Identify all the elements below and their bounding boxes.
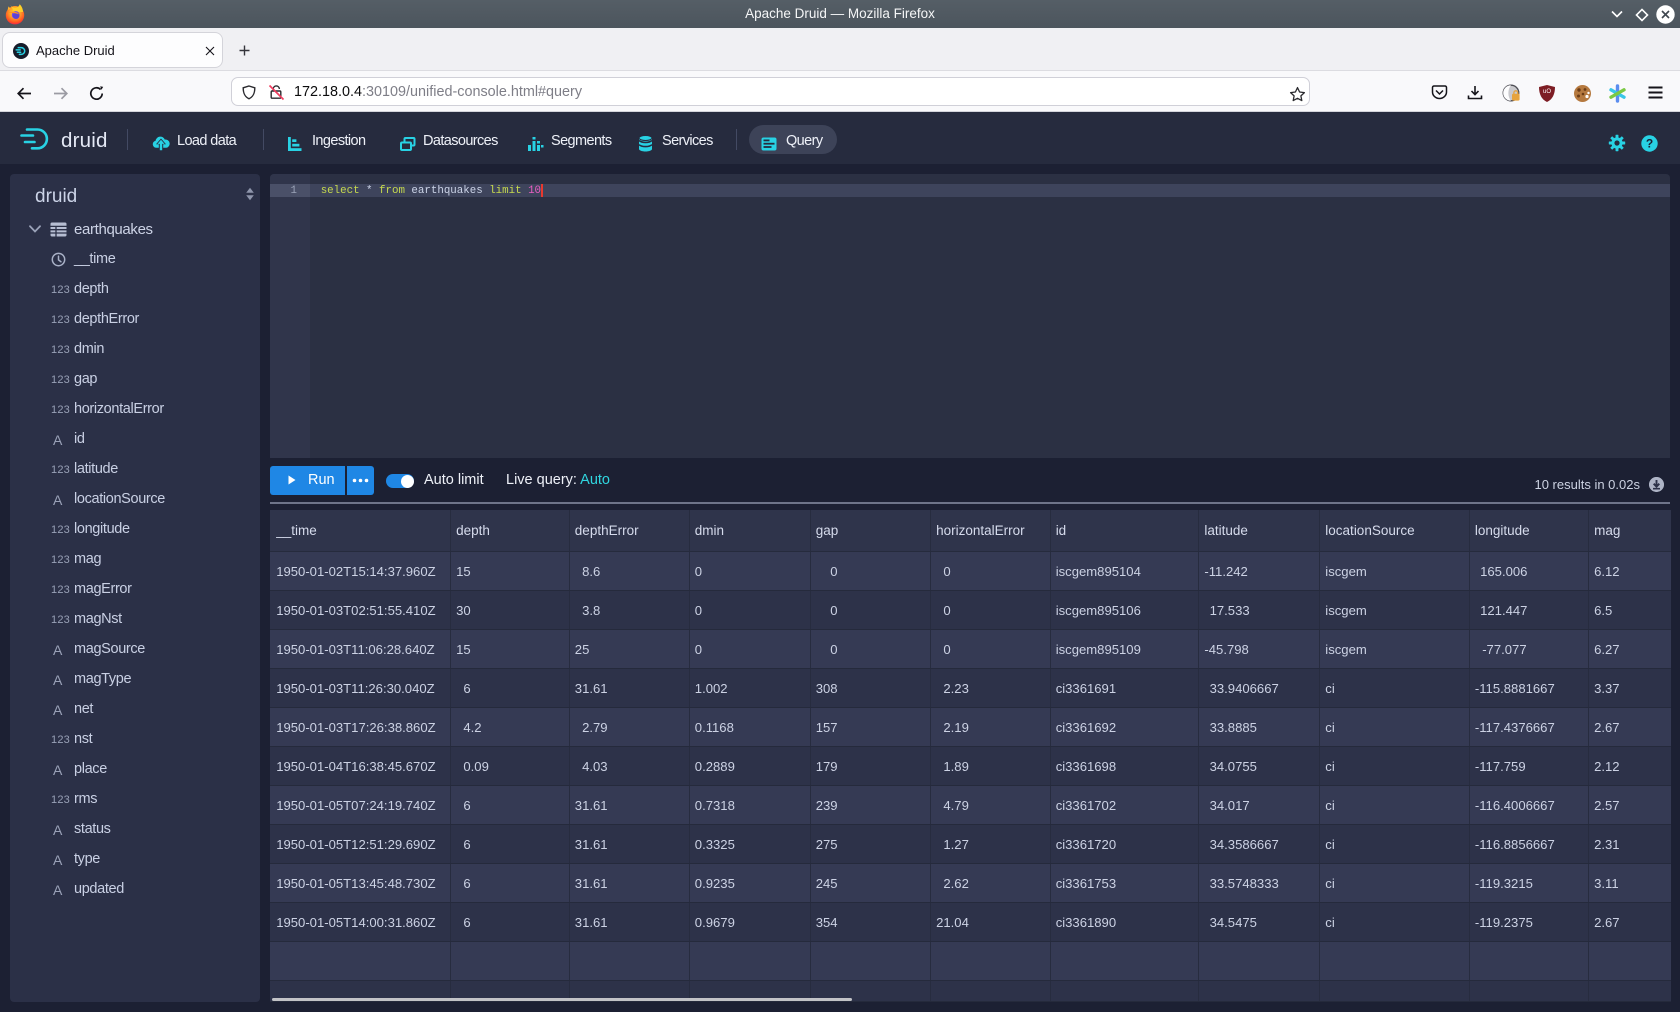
svg-text:uO: uO — [1543, 89, 1551, 95]
svg-text:?: ? — [1646, 137, 1653, 151]
